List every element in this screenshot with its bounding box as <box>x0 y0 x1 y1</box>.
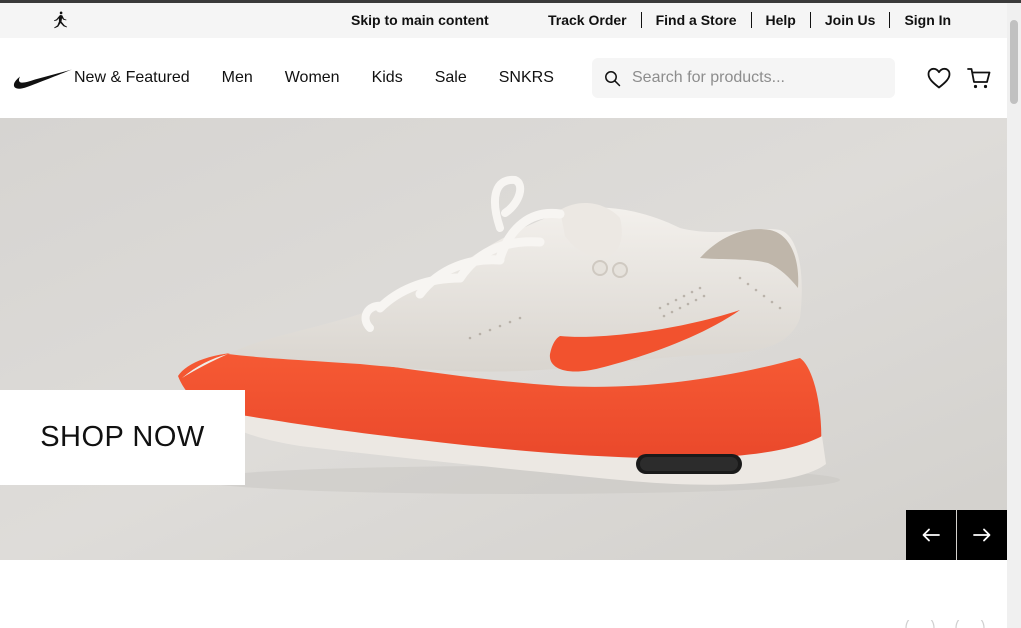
heart-icon[interactable] <box>926 66 952 90</box>
help-link[interactable]: Help <box>752 12 810 28</box>
utility-bar: Skip to main content Track Order Find a … <box>0 3 1007 38</box>
join-us-link[interactable]: Join Us <box>811 12 890 28</box>
carousel-prev-button[interactable] <box>906 510 956 560</box>
shop-now-button[interactable]: SHOP NOW <box>0 390 245 485</box>
nav-item-new-featured[interactable]: New & Featured <box>74 69 190 87</box>
nav-menu: New & Featured Men Women Kids Sale SNKRS <box>74 69 586 87</box>
cart-icon[interactable] <box>966 66 992 90</box>
section-carousel-controls[interactable] <box>900 620 1000 628</box>
utility-links: Track Order Find a Store Help Join Us Si… <box>534 12 965 28</box>
search-box[interactable] <box>592 58 895 98</box>
nav-item-snkrs[interactable]: SNKRS <box>499 69 554 87</box>
page-scrollbar-thumb[interactable] <box>1010 20 1018 104</box>
hero-carousel: SHOP NOW <box>0 118 1007 560</box>
main-navigation: New & Featured Men Women Kids Sale SNKRS <box>0 38 1007 118</box>
jordan-jumpman-icon[interactable] <box>49 9 71 31</box>
nav-item-women[interactable]: Women <box>285 69 340 87</box>
nav-item-sale[interactable]: Sale <box>435 69 467 87</box>
arrow-left-icon <box>922 528 940 542</box>
track-order-link[interactable]: Track Order <box>534 12 641 28</box>
nike-swoosh-icon[interactable] <box>13 68 73 90</box>
hero-shoe-image <box>0 118 1007 560</box>
sign-in-link[interactable]: Sign In <box>890 12 965 28</box>
search-icon[interactable] <box>604 70 621 87</box>
arrow-right-icon <box>973 528 991 542</box>
skip-to-main-content-link[interactable]: Skip to main content <box>351 12 489 28</box>
search-input[interactable] <box>632 58 887 98</box>
carousel-next-button[interactable] <box>957 510 1007 560</box>
nav-item-men[interactable]: Men <box>222 69 253 87</box>
find-a-store-link[interactable]: Find a Store <box>642 12 751 28</box>
nav-item-kids[interactable]: Kids <box>372 69 403 87</box>
